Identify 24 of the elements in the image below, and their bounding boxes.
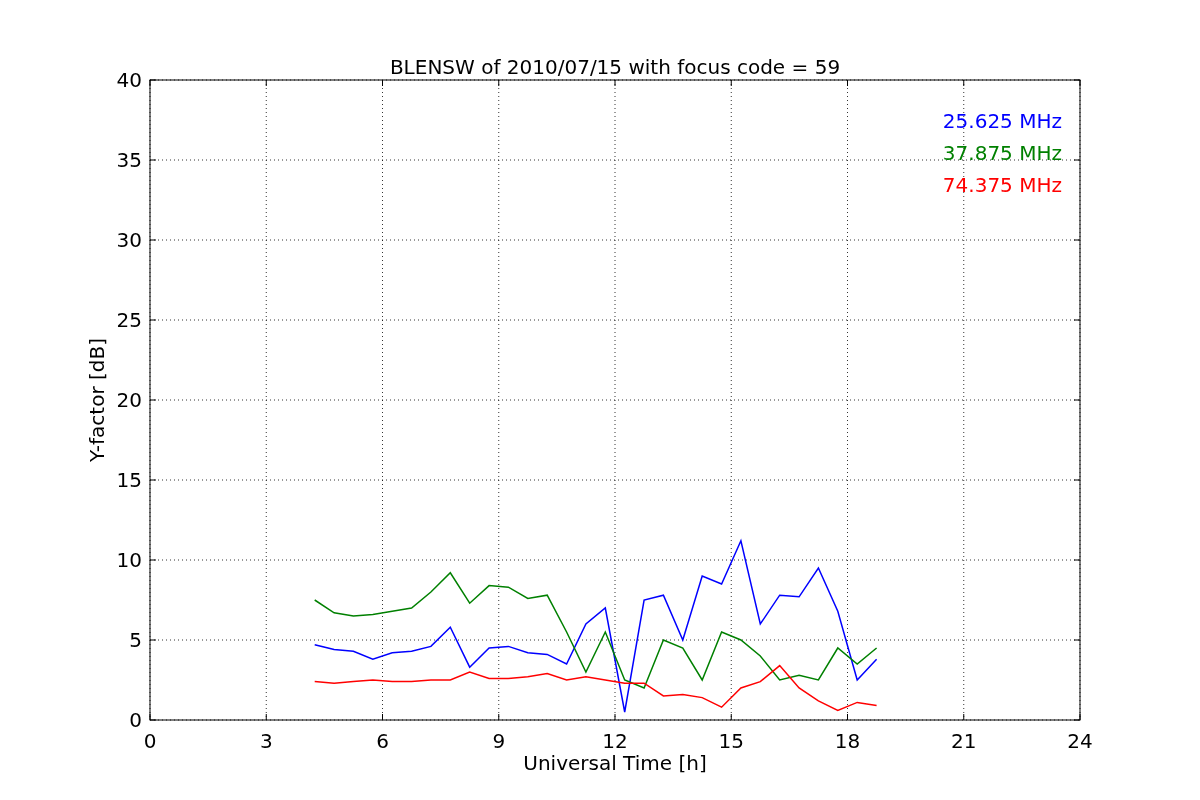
x-tick-label: 6 bbox=[376, 729, 389, 753]
legend-label: 25.625 MHz bbox=[942, 109, 1062, 133]
x-tick-label: 24 bbox=[1067, 729, 1093, 753]
legend-label: 74.375 MHz bbox=[942, 173, 1062, 197]
y-tick-label: 5 bbox=[129, 628, 142, 652]
y-tick-label: 25 bbox=[116, 308, 142, 332]
x-tick-label: 12 bbox=[602, 729, 628, 753]
x-tick-label: 18 bbox=[834, 729, 861, 753]
x-tick-label: 0 bbox=[143, 729, 157, 753]
y-axis-label: Y-factor [dB] bbox=[85, 338, 109, 462]
x-tick-label: 9 bbox=[492, 729, 506, 753]
y-tick-label: 40 bbox=[116, 68, 142, 92]
y-tick-label: 30 bbox=[116, 228, 142, 252]
x-tick-label: 15 bbox=[718, 729, 744, 753]
x-axis-label: Universal Time [h] bbox=[523, 751, 707, 775]
chart-title: BLENSW of 2010/07/15 with focus code = 59 bbox=[389, 55, 841, 79]
y-tick-label: 35 bbox=[116, 148, 142, 172]
y-tick-label: 10 bbox=[116, 548, 142, 572]
x-tick-label: 21 bbox=[951, 729, 977, 753]
x-tick-label: 3 bbox=[259, 729, 273, 753]
y-tick-label: 15 bbox=[116, 468, 142, 492]
y-tick-label: 20 bbox=[116, 388, 142, 412]
y-tick-label: 0 bbox=[129, 708, 142, 732]
legend-label: 37.875 MHz bbox=[942, 141, 1062, 165]
